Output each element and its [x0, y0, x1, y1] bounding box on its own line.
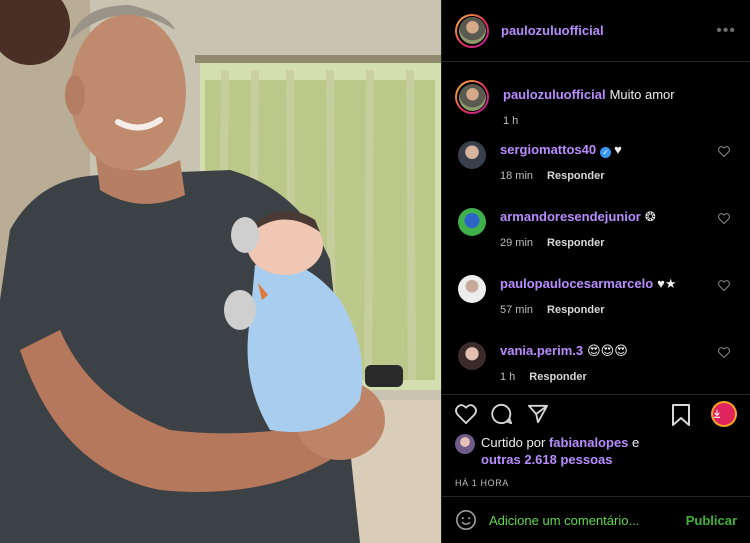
- reply-button[interactable]: Responder: [547, 304, 604, 316]
- like-comment-heart-icon[interactable]: [718, 146, 730, 157]
- comment-time: 29 min: [500, 237, 534, 249]
- comment-text: ♥: [614, 142, 622, 157]
- post-caption: paulozuluofficial Muito amor 1 h: [455, 80, 737, 127]
- comment-username[interactable]: vania.perim.3: [500, 343, 583, 358]
- likes-conj: e: [632, 435, 640, 450]
- download-icon[interactable]: [713, 403, 735, 425]
- post-timestamp: HÁ 1 HORA: [455, 478, 509, 488]
- comment-list: sergiomattos40 ✓ ♥ 18 min Responder armand…: [455, 141, 737, 383]
- verified-badge-icon: ✓: [600, 147, 612, 158]
- reply-button[interactable]: Responder: [547, 170, 604, 182]
- liker-avatar[interactable]: [455, 434, 475, 454]
- like-comment-heart-icon[interactable]: [718, 347, 730, 358]
- comment-username[interactable]: sergiomattos40: [500, 142, 596, 157]
- author-username[interactable]: paulozuluofficial: [501, 23, 604, 38]
- publish-button[interactable]: Publicar: [686, 513, 737, 528]
- likes-prefix: Curtido por: [481, 435, 546, 450]
- author-avatar[interactable]: [455, 13, 489, 48]
- comment-text: ❂: [644, 209, 656, 224]
- commenter-avatar[interactable]: [458, 275, 486, 303]
- comment-text: ♥★: [657, 276, 677, 291]
- post-action-bar: [442, 395, 750, 433]
- caption-avatar[interactable]: [455, 80, 489, 114]
- comment-time: 1 h: [500, 371, 516, 383]
- comment-item: sergiomattos40 ✓ ♥ 18 min Responder: [455, 141, 737, 182]
- caption-time: 1 h: [503, 115, 519, 127]
- caption-text: Muito amor: [609, 87, 675, 102]
- post-photo: [0, 0, 441, 543]
- comment-username[interactable]: paulopaulocesarmarcelo: [500, 276, 653, 291]
- comment-time: 57 min: [500, 304, 534, 316]
- save-bookmark-icon[interactable]: [672, 404, 690, 426]
- comment-item: armandoresendejunior ❂ 29 min Responder: [455, 208, 737, 249]
- comment-input[interactable]: Adicione um comentário...: [489, 513, 639, 528]
- like-comment-heart-icon[interactable]: [718, 213, 730, 224]
- comments-section: paulozuluofficial Muito amor 1 h sergioma…: [442, 62, 750, 395]
- emoji-icon[interactable]: [455, 509, 477, 531]
- reply-button[interactable]: Responder: [547, 237, 604, 249]
- share-paper-plane-icon[interactable]: [527, 404, 549, 424]
- comment-bubble-icon[interactable]: [491, 403, 513, 425]
- liker-username[interactable]: fabianalopes: [549, 435, 628, 450]
- post-detail-panel: paulozuluofficial ••• paulozuluofficial M…: [441, 0, 750, 543]
- comment-time: 18 min: [500, 170, 534, 182]
- more-options-icon[interactable]: •••: [716, 22, 736, 40]
- commenter-avatar[interactable]: [458, 342, 486, 370]
- likes-summary: Curtido por fabianalopes e outras 2.618 …: [442, 434, 750, 468]
- caption-username[interactable]: paulozuluofficial: [503, 87, 606, 102]
- likes-others-link[interactable]: outras 2.618 pessoas: [481, 452, 613, 467]
- like-heart-icon[interactable]: [455, 404, 477, 424]
- comment-text: 😍😍😍: [587, 343, 628, 358]
- comment-username[interactable]: armandoresendejunior: [500, 209, 641, 224]
- post-header: paulozuluofficial •••: [442, 0, 750, 62]
- commenter-avatar[interactable]: [458, 141, 486, 169]
- commenter-avatar[interactable]: [458, 208, 486, 236]
- comment-item: paulopaulocesarmarcelo ♥★ 57 min Responde…: [455, 275, 737, 316]
- add-comment-bar: Adicione um comentário... Publicar: [442, 496, 750, 543]
- reply-button[interactable]: Responder: [529, 371, 586, 383]
- like-comment-heart-icon[interactable]: [718, 280, 730, 291]
- comment-item: vania.perim.3 😍😍😍 1 h Responder: [455, 342, 737, 383]
